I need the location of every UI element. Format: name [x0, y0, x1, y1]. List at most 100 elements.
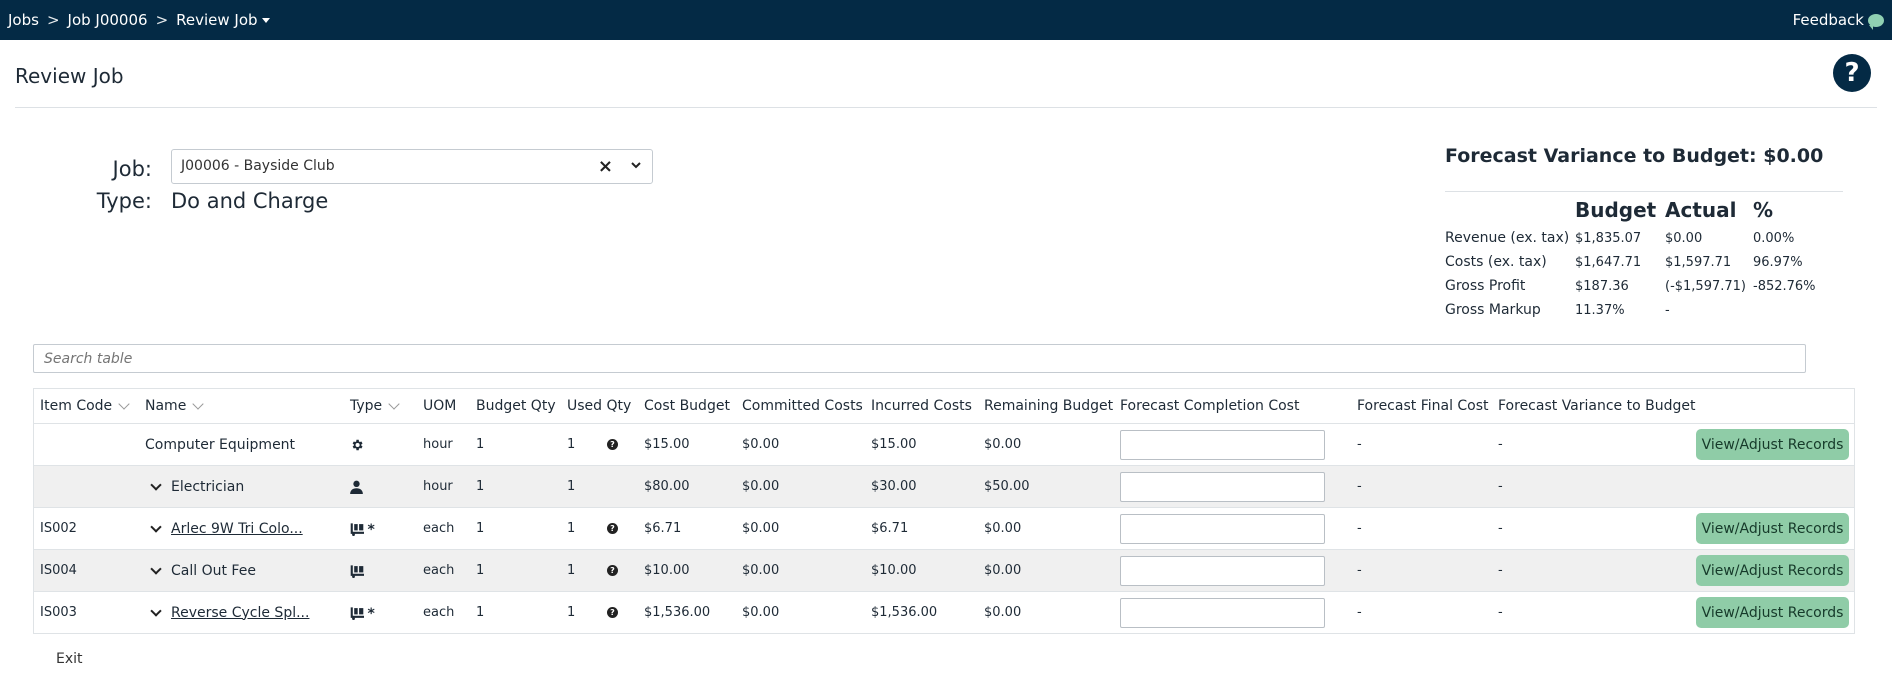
cell-committed-costs: $0.00 — [742, 605, 780, 620]
question-icon[interactable]: ? — [607, 550, 618, 591]
table-row: IS002 Arlec 9W Tri Colo... * each 1 1 ? … — [34, 507, 1854, 549]
cell-uom: each — [423, 605, 455, 620]
summary-budget: $1,647.71 — [1575, 255, 1642, 270]
cell-uom: hour — [423, 479, 453, 494]
view-adjust-records-button[interactable]: View/Adjust Records — [1696, 597, 1849, 628]
chevron-down-icon[interactable] — [631, 160, 641, 170]
cell-used-qty: 1 — [567, 605, 576, 620]
summary-budget: 11.37% — [1575, 303, 1625, 318]
cell-cost-budget: $6.71 — [644, 521, 682, 536]
cell-forecast-variance: - — [1498, 479, 1503, 494]
forecast-variance-heading: Forecast Variance to Budget: $0.00 — [1445, 145, 1824, 167]
item-name: Electrician — [171, 478, 245, 495]
cell-forecast-final: - — [1357, 605, 1362, 620]
cell-cost-budget: $15.00 — [644, 437, 690, 452]
breadcrumb: Jobs > Job J00006 > Review Job — [8, 11, 270, 29]
question-icon[interactable]: ? — [607, 424, 618, 465]
header-forecast-final-cost: Forecast Final Cost — [1357, 398, 1489, 414]
feedback-button[interactable]: Feedback — [1792, 11, 1884, 30]
chevron-down-icon[interactable] — [145, 560, 167, 582]
view-adjust-records-button[interactable]: View/Adjust Records — [1696, 555, 1849, 586]
header-label: Item Code — [40, 398, 113, 414]
sort-icon — [192, 398, 204, 410]
item-name: Computer Equipment — [145, 436, 296, 453]
chat-bubble-icon — [1868, 13, 1884, 30]
item-name-link[interactable]: Reverse Cycle Spl... — [171, 605, 309, 621]
cell-used-qty: 1 — [567, 437, 576, 452]
cell-committed-costs: $0.00 — [742, 563, 780, 578]
cell-forecast-completion — [1120, 592, 1325, 633]
cell-remaining-budget: $50.00 — [984, 479, 1030, 494]
question-icon[interactable]: ? — [607, 508, 618, 549]
type-label: Type: — [96, 189, 152, 213]
summary-actual: $0.00 — [1665, 231, 1703, 246]
exit-link[interactable]: Exit — [56, 651, 83, 667]
cell-cost-budget: $1,536.00 — [644, 605, 711, 620]
cell-budget-qty: 1 — [476, 605, 485, 620]
forecast-completion-input[interactable] — [1120, 471, 1325, 502]
summary-label: Gross Profit — [1445, 278, 1526, 294]
breadcrumb-separator: > — [155, 11, 169, 29]
header-used-qty: Used Qty — [567, 398, 632, 414]
sort-icon — [388, 398, 400, 410]
cell-used-qty: 1 — [567, 479, 576, 494]
stock-item-icon — [350, 550, 378, 591]
job-select[interactable]: J00006 - Bayside Club × — [171, 149, 653, 184]
header-item-code[interactable]: Item Code — [40, 389, 130, 423]
cell-forecast-variance: - — [1498, 605, 1503, 620]
job-items-table: Item Code Name Type UOM Budget Qty Used … — [33, 388, 1855, 634]
view-adjust-records-button[interactable]: View/Adjust Records — [1696, 429, 1849, 460]
help-button[interactable]: ? — [1833, 54, 1871, 92]
cell-cost-budget: $80.00 — [644, 479, 690, 494]
sort-icon — [118, 398, 130, 410]
table-row: Electrician hour 1 1 $80.00 $0.00 $30.00… — [34, 465, 1854, 507]
breadcrumb-jobs[interactable]: Jobs — [8, 11, 39, 29]
top-nav-bar: Jobs > Job J00006 > Review Job Feedback — [0, 0, 1892, 40]
cell-budget-qty: 1 — [476, 437, 485, 452]
caret-down-icon — [261, 18, 270, 23]
header-uom: UOM — [423, 398, 457, 414]
forecast-completion-input[interactable] — [1120, 597, 1325, 628]
chevron-down-icon[interactable] — [145, 602, 167, 624]
summary-actual: (-$1,597.71) — [1665, 279, 1746, 294]
summary-col-budget: Budget — [1575, 198, 1657, 222]
cell-name: Arlec 9W Tri Colo... — [145, 508, 303, 549]
question-icon[interactable]: ? — [607, 592, 618, 633]
header-name[interactable]: Name — [145, 389, 204, 423]
cell-budget-qty: 1 — [476, 521, 485, 536]
header-committed-costs: Committed Costs — [742, 398, 863, 414]
summary-budget: $1,835.07 — [1575, 231, 1642, 246]
cell-remaining-budget: $0.00 — [984, 521, 1022, 536]
cell-forecast-final: - — [1357, 437, 1362, 452]
feedback-label: Feedback — [1792, 11, 1864, 29]
header-remaining-budget: Remaining Budget — [984, 398, 1114, 414]
summary-actual: - — [1665, 303, 1670, 318]
breadcrumb-review-label: Review Job — [176, 11, 258, 29]
cell-incurred-costs: $1,536.00 — [871, 605, 938, 620]
header-forecast-variance: Forecast Variance to Budget — [1498, 398, 1696, 414]
cell-uom: each — [423, 521, 455, 536]
type-value: Do and Charge — [171, 189, 329, 213]
forecast-completion-input[interactable] — [1120, 513, 1325, 544]
stock-item-icon: * — [350, 592, 378, 633]
divider — [15, 107, 1877, 108]
cell-committed-costs: $0.00 — [742, 521, 780, 536]
cell-incurred-costs: $10.00 — [871, 563, 917, 578]
table-row: IS003 Reverse Cycle Spl... * each 1 1 ? … — [34, 591, 1854, 633]
header-label: Type — [350, 398, 383, 414]
job-select-value: J00006 - Bayside Club — [181, 158, 335, 174]
header-type[interactable]: Type — [350, 389, 400, 423]
breadcrumb-review-job[interactable]: Review Job — [176, 11, 270, 29]
view-adjust-records-button[interactable]: View/Adjust Records — [1696, 513, 1849, 544]
divider — [1445, 191, 1843, 192]
breadcrumb-job[interactable]: Job J00006 — [68, 11, 148, 29]
cell-forecast-variance: - — [1498, 437, 1503, 452]
forecast-completion-input[interactable] — [1120, 429, 1325, 460]
search-input[interactable] — [33, 344, 1806, 373]
clear-icon[interactable]: × — [598, 156, 613, 177]
forecast-completion-input[interactable] — [1120, 555, 1325, 586]
chevron-down-icon[interactable] — [145, 518, 167, 540]
chevron-down-icon[interactable] — [145, 476, 167, 498]
item-name-link[interactable]: Arlec 9W Tri Colo... — [171, 521, 303, 537]
cell-remaining-budget: $0.00 — [984, 605, 1022, 620]
